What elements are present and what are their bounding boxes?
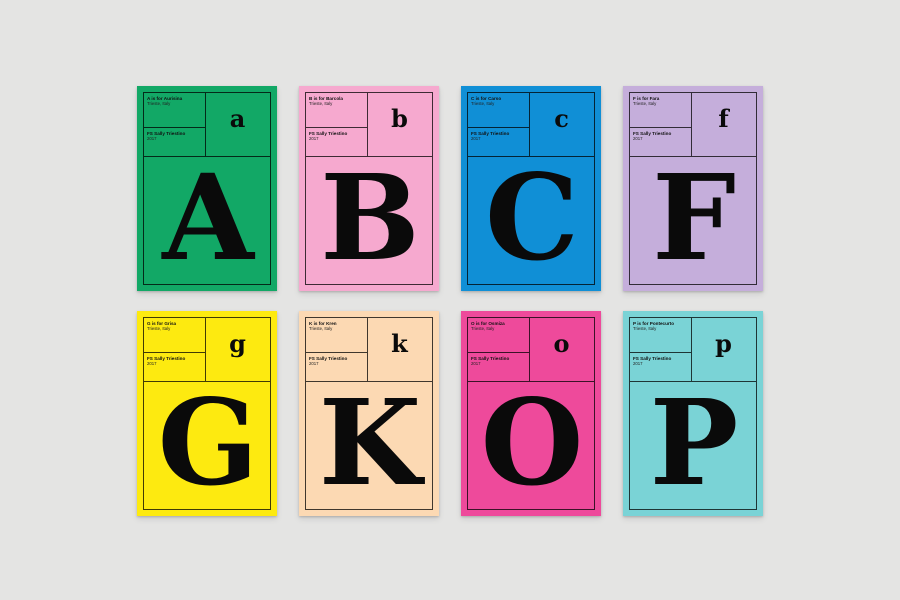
poster-card-p: P is for Pontecurto Trieste, Italy FS Sa… <box>623 311 763 516</box>
divider <box>630 352 691 353</box>
lowercase-letter: c <box>554 104 569 133</box>
card-year: 2017 <box>309 361 319 366</box>
uppercase-letter: G <box>157 373 259 512</box>
card-place: Trieste, Italy <box>309 326 333 331</box>
lowercase-letter: k <box>391 329 408 358</box>
card-frame: C is for Carso Trieste, Italy FS Sally T… <box>467 92 595 285</box>
card-place: Trieste, Italy <box>471 326 495 331</box>
poster-card-c: C is for Carso Trieste, Italy FS Sally T… <box>461 86 601 291</box>
uppercase-letter: O <box>480 373 584 512</box>
card-frame: F is for Fara Trieste, Italy FS Sally Tr… <box>629 92 757 285</box>
uppercase-letter: B <box>320 148 420 287</box>
card-year: 2017 <box>471 361 481 366</box>
card-frame: G is for Grisa Trieste, Italy FS Sally T… <box>143 317 271 510</box>
lowercase-letter: g <box>229 329 246 358</box>
poster-card-g: G is for Grisa Trieste, Italy FS Sally T… <box>137 311 277 516</box>
divider <box>630 127 691 128</box>
lowercase-letter: p <box>715 329 732 358</box>
poster-card-o: O is for Osmiza Trieste, Italy FS Sally … <box>461 311 601 516</box>
divider <box>306 127 367 128</box>
lowercase-letter: a <box>229 104 246 133</box>
card-frame: A is for Aurisina Trieste, Italy FS Sall… <box>143 92 271 285</box>
card-frame: B is for Barcola Trieste, Italy FS Sally… <box>305 92 433 285</box>
divider <box>468 352 529 353</box>
card-place: Trieste, Italy <box>633 326 657 331</box>
divider <box>144 352 205 353</box>
divider <box>306 352 367 353</box>
poster-card-f: F is for Fara Trieste, Italy FS Sally Tr… <box>623 86 763 291</box>
divider <box>144 127 205 128</box>
lowercase-letter: b <box>391 104 408 133</box>
card-year: 2017 <box>147 361 157 366</box>
lowercase-letter: o <box>553 329 570 358</box>
card-frame: P is for Pontecurto Trieste, Italy FS Sa… <box>629 317 757 510</box>
card-place: Trieste, Italy <box>147 101 171 106</box>
card-place: Trieste, Italy <box>147 326 171 331</box>
card-frame: O is for Osmiza Trieste, Italy FS Sally … <box>467 317 595 510</box>
card-frame: K is for Kren Trieste, Italy FS Sally Tr… <box>305 317 433 510</box>
uppercase-letter: A <box>162 148 254 287</box>
card-year: 2017 <box>147 136 157 141</box>
uppercase-letter: P <box>649 373 739 512</box>
divider <box>468 127 529 128</box>
card-place: Trieste, Italy <box>471 101 495 106</box>
card-year: 2017 <box>471 136 481 141</box>
uppercase-letter: F <box>652 148 736 287</box>
uppercase-letter: C <box>485 148 579 287</box>
poster-card-k: K is for Kren Trieste, Italy FS Sally Tr… <box>299 311 439 516</box>
card-place: Trieste, Italy <box>633 101 657 106</box>
lowercase-letter: f <box>718 104 729 133</box>
card-year: 2017 <box>309 136 319 141</box>
card-year: 2017 <box>633 136 643 141</box>
uppercase-letter: K <box>318 373 422 512</box>
card-place: Trieste, Italy <box>309 101 333 106</box>
poster-card-b: B is for Barcola Trieste, Italy FS Sally… <box>299 86 439 291</box>
card-year: 2017 <box>633 361 643 366</box>
poster-card-a: A is for Aurisina Trieste, Italy FS Sall… <box>137 86 277 291</box>
